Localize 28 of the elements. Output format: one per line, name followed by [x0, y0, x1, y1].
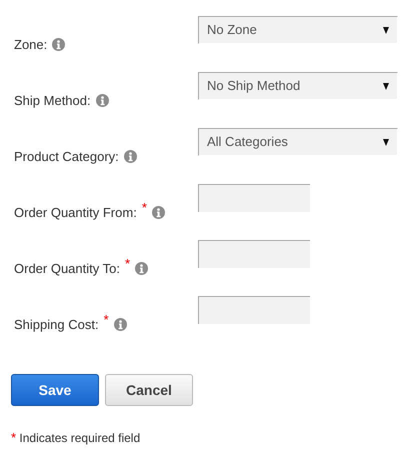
dropdown-field[interactable]: All Categories — [198, 128, 398, 156]
info-icon[interactable] — [152, 206, 165, 220]
caret-icon — [383, 138, 389, 146]
dropdown-field[interactable]: No Zone — [198, 16, 398, 44]
info-icon[interactable] — [96, 94, 109, 108]
required-marker: * — [142, 199, 147, 217]
save-button[interactable]: Save — [11, 374, 99, 406]
input-field[interactable] — [198, 184, 310, 212]
caret-icon — [383, 82, 389, 90]
info-icon[interactable] — [135, 262, 148, 276]
field-label: Product Category: — [14, 148, 119, 166]
note-text: Indicates required field — [18, 431, 140, 445]
info-icon[interactable] — [52, 38, 66, 52]
required-marker: * — [11, 430, 16, 445]
field-label: Ship Method: — [14, 92, 91, 110]
required-marker: * — [124, 255, 130, 273]
field-label: Order Quantity From: — [14, 204, 137, 222]
cancel-button[interactable]: Cancel — [105, 374, 193, 406]
input-field[interactable] — [198, 296, 310, 324]
info-icon[interactable] — [124, 150, 137, 164]
info-icon[interactable] — [114, 318, 127, 332]
field-label: Order Quantity To: — [14, 260, 120, 278]
required-marker: * — [104, 311, 109, 329]
dropdown-field[interactable]: No Ship Method — [198, 72, 398, 100]
field-label: Shipping Cost: — [14, 316, 99, 334]
input-field[interactable] — [198, 240, 310, 268]
field-label: Zone: — [14, 36, 48, 54]
caret-icon — [383, 26, 389, 34]
